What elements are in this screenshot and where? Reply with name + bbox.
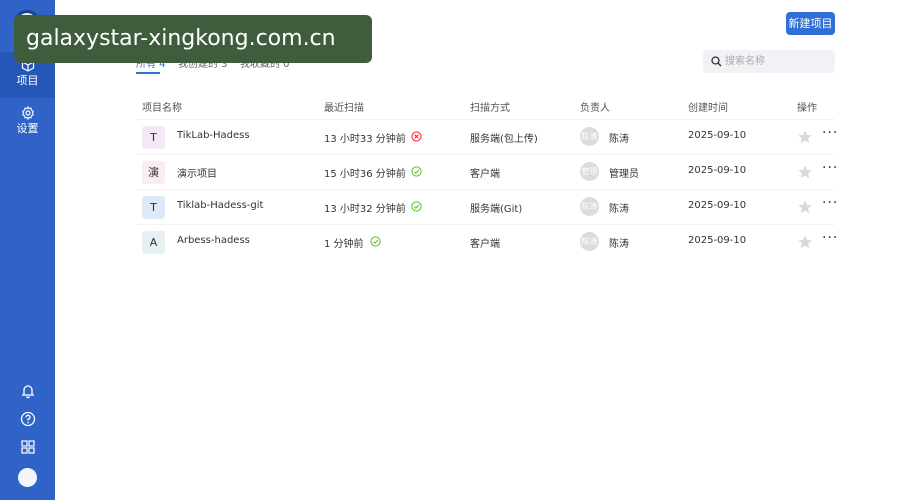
created-date: 2025-09-10 [688,235,747,246]
table-row[interactable]: T TikLab-Hadess 13 小时33 分钟前 服务端(包上传) 陈涛 … [136,119,838,154]
column-header-created: 创建时间 [688,103,728,114]
success-status-icon [370,236,381,247]
last-scan-time: 15 小时36 分钟前 [324,169,406,180]
last-scan-time: 13 小时32 分钟前 [324,204,406,215]
owner-name: 管理员 [609,169,639,180]
search-input[interactable] [725,53,829,70]
star-icon[interactable] [797,234,813,250]
column-header-owner: 负责人 [580,103,610,114]
owner-avatar: 管理 [580,162,599,181]
owner-name: 陈涛 [609,204,629,215]
star-icon[interactable] [797,199,813,215]
sidebar-item-label: 项目 [16,74,39,87]
owner-avatar: 陈涛 [580,127,599,146]
active-tab-indicator [136,72,160,74]
created-date: 2025-09-10 [688,130,747,141]
project-name[interactable]: Tiklab-Hadess-git [177,200,263,211]
last-scan-time: 13 小时33 分钟前 [324,134,406,145]
scan-method: 服务端(Git) [470,204,523,215]
more-actions-icon[interactable]: ··· [822,230,838,246]
project-initial: A [142,231,165,254]
last-scan-time: 1 分钟前 [324,239,364,250]
user-avatar[interactable] [18,468,37,487]
gear-icon [21,106,34,120]
bell-icon[interactable] [19,382,37,400]
project-initial: T [142,126,165,149]
project-name[interactable]: TikLab-Hadess [177,130,250,141]
star-icon[interactable] [797,164,813,180]
column-header-last-scan: 最近扫描 [324,103,364,114]
search-icon [711,56,722,67]
success-status-icon [411,166,422,177]
owner-name: 陈涛 [609,134,629,145]
table-header: 项目名称 最近扫描 扫描方式 负责人 创建时间 操作 [136,90,835,120]
project-initial: 演 [142,161,165,184]
more-actions-icon[interactable]: ··· [822,160,838,176]
help-icon[interactable] [19,410,37,428]
created-date: 2025-09-10 [688,200,747,211]
watermark-banner: galaxystar-xingkong.com.cn [14,15,372,63]
success-status-icon [411,201,422,212]
table-row[interactable]: T Tiklab-Hadess-git 13 小时32 分钟前 服务端(Git)… [136,189,838,224]
more-actions-icon[interactable]: ··· [822,125,838,141]
new-project-button[interactable]: 新建项目 [786,12,835,35]
more-actions-icon[interactable]: ··· [822,195,838,211]
created-date: 2025-09-10 [688,165,747,176]
sidebar-item-settings[interactable]: 设置 [0,100,55,146]
scan-method: 客户端 [470,169,500,180]
project-name[interactable]: 演示项目 [177,165,217,180]
scan-method: 客户端 [470,239,500,250]
scan-method: 服务端(包上传) [470,134,538,145]
owner-name: 陈涛 [609,239,629,250]
table-row[interactable]: 演 演示项目 15 小时36 分钟前 客户端 管理 管理员 2025-09-10… [136,154,838,189]
sidebar: 项目 设置 [0,0,55,500]
sidebar-item-label: 设置 [16,122,39,135]
search-box [703,50,835,73]
column-header-scan-method: 扫描方式 [470,103,510,114]
column-header-actions: 操作 [797,103,817,114]
project-initial: T [142,196,165,219]
apps-grid-icon[interactable] [19,438,37,456]
table-row[interactable]: A Arbess-hadess 1 分钟前 客户端 陈涛 陈涛 2025-09-… [136,224,838,259]
project-name[interactable]: Arbess-hadess [177,235,250,246]
owner-avatar: 陈涛 [580,232,599,251]
star-icon[interactable] [797,129,813,145]
column-header-name: 项目名称 [142,103,182,114]
owner-avatar: 陈涛 [580,197,599,216]
error-status-icon [411,131,422,142]
